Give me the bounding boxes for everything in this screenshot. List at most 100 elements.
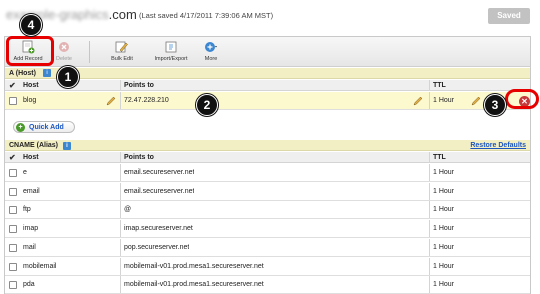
saved-button[interactable]: Saved xyxy=(488,8,530,24)
import-export-label: Import/Export xyxy=(154,56,188,62)
quick-add-label: Quick Add xyxy=(29,124,64,131)
column-divider xyxy=(120,257,121,275)
points-to-column-heading: Points to xyxy=(124,82,154,89)
row-checkbox[interactable] xyxy=(9,206,17,215)
quick-add-button[interactable]: + Quick Add xyxy=(13,121,75,133)
a-host-section-header: A (Host) xyxy=(5,68,530,79)
callout-badge: 3 xyxy=(484,94,506,116)
page-header: example-graphics.com (Last saved 4/17/20… xyxy=(0,0,540,36)
select-all-checkmark-icon[interactable]: ✔ xyxy=(9,81,16,90)
help-info-icon[interactable]: i xyxy=(43,69,51,77)
bulk-edit-label: Bulk Edit xyxy=(111,56,133,62)
column-divider xyxy=(120,220,121,238)
column-divider xyxy=(429,276,430,294)
last-saved-text: (Last saved 4/17/2011 7:39:06 AM MST) xyxy=(139,11,274,20)
ttl-cell: 1 Hour xyxy=(433,206,455,214)
row-checkbox[interactable] xyxy=(9,262,17,271)
table-row[interactable]: mail pop.secureserver.net 1 Hour xyxy=(5,238,530,257)
points-to-cell: 72.47.228.210 xyxy=(124,97,169,104)
cname-section-header: CNAME (Alias) i Restore Defaults xyxy=(5,140,530,151)
a-host-column-header: ✔ Host Points to TTL xyxy=(5,80,530,91)
host-cell: mobilemail xyxy=(23,262,57,270)
row-checkbox[interactable] xyxy=(9,281,17,290)
restore-defaults-link[interactable]: Restore Defaults xyxy=(470,140,526,151)
cname-column-header: ✔ Host Points to TTL xyxy=(5,152,530,163)
points-to-cell: email.secureserver.net xyxy=(124,187,195,195)
host-cell: mail xyxy=(23,243,36,251)
row-checkbox[interactable] xyxy=(9,187,17,196)
toolbar-divider xyxy=(89,41,90,63)
column-divider xyxy=(120,182,121,200)
column-divider xyxy=(429,201,430,219)
row-checkbox[interactable] xyxy=(9,243,17,252)
import-export-icon xyxy=(164,40,178,54)
delete-button[interactable]: Delete xyxy=(51,38,77,66)
table-row[interactable]: blog 72.47.228.210 1 Hour xyxy=(5,92,530,110)
import-export-button[interactable]: Import/Export xyxy=(149,38,193,66)
help-info-icon[interactable]: i xyxy=(62,142,71,150)
callout-badge: 1 xyxy=(57,66,79,88)
points-to-cell: mobilemail-v01.prod.mesa1.secureserver.n… xyxy=(124,262,264,270)
delete-icon xyxy=(57,40,71,54)
add-record-highlight xyxy=(6,36,54,66)
toolbar: Add Record Delete Bulk Edit Import/Expor… xyxy=(5,37,530,67)
column-divider xyxy=(429,182,430,200)
column-divider xyxy=(429,220,430,238)
callout-badge: 4 xyxy=(20,14,42,36)
ttl-cell: 1 Hour xyxy=(433,169,455,176)
host-cell: pda xyxy=(23,281,35,289)
column-divider xyxy=(120,276,121,294)
points-to-cell: email.secureserver.net xyxy=(124,169,195,176)
cname-section-title: CNAME (Alias) xyxy=(9,142,59,149)
callout-badge: 2 xyxy=(196,94,218,116)
row-checkbox[interactable] xyxy=(9,225,17,234)
dns-records-panel: Add Record Delete Bulk Edit Import/Expor… xyxy=(4,36,531,294)
edit-pencil-icon[interactable] xyxy=(106,96,116,106)
table-row[interactable]: email email.secureserver.net 1 Hour xyxy=(5,182,530,201)
ttl-cell: 1 Hour xyxy=(433,262,455,270)
ttl-cell: 1 Hour xyxy=(433,97,455,104)
host-column-heading: Host xyxy=(23,154,39,161)
table-row[interactable]: mobilemail mobilemail-v01.prod.mesa1.secu… xyxy=(5,257,530,276)
table-row[interactable]: e email.secureserver.net 1 Hour xyxy=(5,164,530,182)
column-divider xyxy=(429,238,430,256)
row-checkbox[interactable] xyxy=(9,169,17,177)
edit-pencil-icon[interactable] xyxy=(471,96,481,106)
ttl-cell: 1 Hour xyxy=(433,225,455,233)
points-to-cell: mobilemail-v01.prod.mesa1.secureserver.n… xyxy=(124,281,264,289)
points-to-column-heading: Points to xyxy=(124,154,154,161)
more-label: More xyxy=(204,56,218,62)
host-cell: e xyxy=(23,169,27,176)
table-row[interactable]: pda mobilemail-v01.prod.mesa1.secureserve… xyxy=(5,276,530,294)
domain-tld: .com xyxy=(108,7,137,22)
row-checkbox[interactable] xyxy=(9,97,17,105)
delete-record-highlight xyxy=(505,89,539,109)
ttl-cell: 1 Hour xyxy=(433,243,455,251)
bulk-edit-button[interactable]: Bulk Edit xyxy=(107,38,137,66)
column-divider xyxy=(120,152,121,162)
ttl-column-heading: TTL xyxy=(433,154,446,161)
a-host-section-title: A (Host) xyxy=(9,70,36,77)
points-to-cell: pop.secureserver.net xyxy=(124,243,190,251)
column-divider xyxy=(429,92,430,109)
delete-label: Delete xyxy=(56,56,72,62)
column-divider xyxy=(429,257,430,275)
more-icon xyxy=(204,40,218,54)
column-divider xyxy=(429,164,430,181)
select-all-checkmark-icon[interactable]: ✔ xyxy=(9,153,16,162)
more-button[interactable]: More xyxy=(199,38,223,66)
points-to-cell: imap.secureserver.net xyxy=(124,225,193,233)
ttl-cell: 1 Hour xyxy=(433,187,455,195)
bulk-edit-icon xyxy=(115,40,129,54)
column-divider xyxy=(120,80,121,90)
ttl-cell: 1 Hour xyxy=(433,281,455,289)
table-row[interactable]: ftp @1 Hour xyxy=(5,201,530,220)
column-divider xyxy=(429,80,430,90)
table-row[interactable]: imap imap.secureserver.net 1 Hour xyxy=(5,220,530,239)
edit-pencil-icon[interactable] xyxy=(413,96,423,106)
column-divider xyxy=(429,152,430,162)
column-divider xyxy=(120,92,121,109)
host-column-heading: Host xyxy=(23,82,39,89)
column-divider xyxy=(120,238,121,256)
column-divider xyxy=(120,201,121,219)
